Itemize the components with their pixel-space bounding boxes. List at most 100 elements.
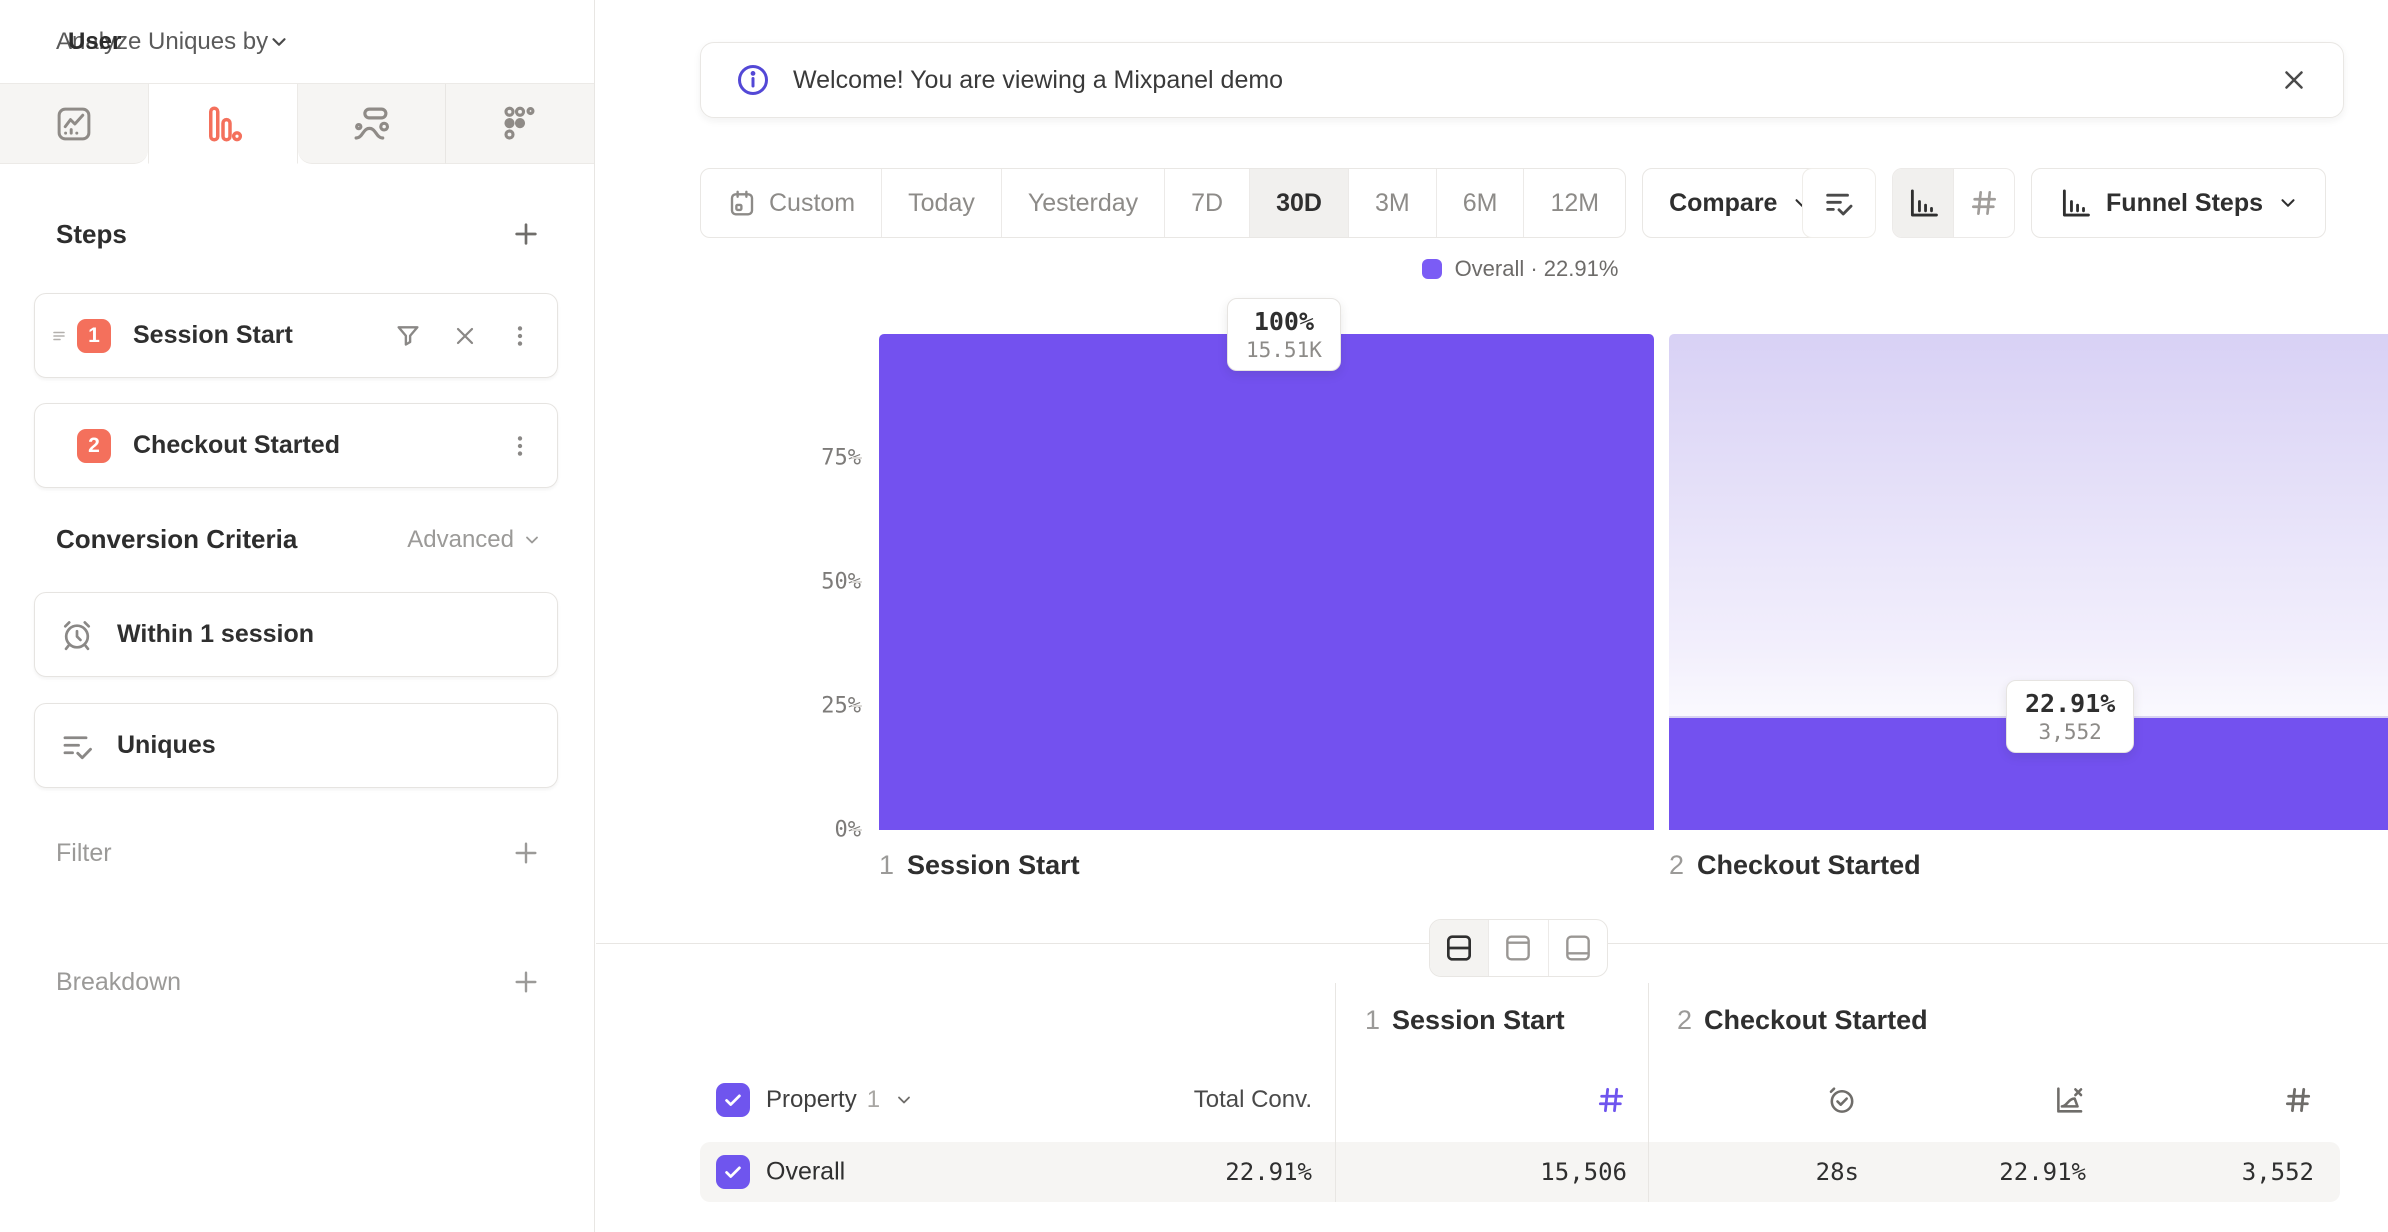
measurement-label: Funnel Steps: [2106, 189, 2263, 218]
list-check-icon: [59, 728, 95, 764]
count-icon[interactable]: [2282, 1084, 2314, 1116]
property-index: 1: [867, 1086, 880, 1114]
x-axis-step-label-1: 1 Session Start: [879, 850, 1080, 881]
range-7d[interactable]: 7D: [1164, 169, 1249, 237]
tooltip-count: 15.51K: [1246, 338, 1322, 362]
funnel-step-column-2[interactable]: [1669, 334, 2388, 830]
range-12m[interactable]: 12M: [1523, 169, 1625, 237]
range-3m[interactable]: 3M: [1348, 169, 1436, 237]
kebab-menu-icon[interactable]: [507, 433, 533, 459]
conversion-window-card[interactable]: Within 1 session: [34, 592, 558, 677]
counting-method-label: Uniques: [117, 731, 216, 760]
step-card-1[interactable]: 1 Session Start: [34, 293, 558, 378]
select-all-checkbox[interactable]: [716, 1083, 750, 1117]
filter-icon[interactable]: [393, 321, 423, 351]
list-check-icon: [1822, 186, 1856, 220]
breakdown-table: 1 Session Start 2 Checkout Started Prope…: [700, 975, 2340, 1215]
range-label: Yesterday: [1028, 189, 1138, 218]
insights-icon: [53, 103, 95, 145]
range-30d[interactable]: 30D: [1249, 169, 1348, 237]
range-label: 12M: [1550, 189, 1599, 218]
range-custom[interactable]: Custom: [701, 169, 881, 237]
uniques-toggle-button[interactable]: [1802, 168, 1876, 238]
count-icon[interactable]: [1595, 1084, 1627, 1116]
chart-view-toggle[interactable]: [1893, 169, 1953, 237]
step-event-name[interactable]: Checkout Started: [133, 431, 340, 460]
banner-message: Welcome! You are viewing a Mixpanel demo: [793, 66, 1283, 95]
tooltip-percent: 22.91%: [2025, 689, 2115, 718]
close-icon[interactable]: [2279, 65, 2309, 95]
add-step-button[interactable]: [510, 218, 542, 250]
step-card-2[interactable]: 2 Checkout Started: [34, 403, 558, 488]
total-conv-column-header[interactable]: Total Conv.: [1194, 1086, 1312, 1114]
steps-section-header: Steps: [56, 218, 542, 250]
tooltip-count: 3,552: [2025, 720, 2115, 744]
chevron-down-icon: [2277, 192, 2299, 214]
chart-controls: Funnel Steps: [1802, 168, 2326, 238]
report-main: Welcome! You are viewing a Mixpanel demo…: [596, 0, 2388, 1232]
drag-handle-icon[interactable]: [51, 328, 67, 344]
layout-bottom-icon: [1562, 932, 1594, 964]
step-index: 1: [879, 850, 894, 881]
chevron-down-icon: [522, 530, 542, 550]
funnel-step-column-1[interactable]: [879, 334, 1654, 830]
time-to-convert-icon[interactable]: [1825, 1083, 1859, 1117]
tab-insights[interactable]: [0, 84, 148, 164]
step-index: 2: [1669, 850, 1684, 881]
filter-title: Filter: [56, 839, 112, 868]
compare-label: Compare: [1669, 189, 1777, 218]
kebab-menu-icon[interactable]: [507, 323, 533, 349]
advanced-dropdown[interactable]: Advanced: [407, 526, 542, 554]
row-step2-rate: 22.91%: [1999, 1158, 2086, 1186]
range-label: 3M: [1375, 189, 1410, 218]
step-number-badge: 2: [77, 429, 111, 463]
tooltip-percent: 100%: [1246, 307, 1322, 336]
counting-method-card[interactable]: Uniques: [34, 703, 558, 788]
range-label: Custom: [769, 189, 855, 218]
analyze-by-dropdown[interactable]: User: [68, 28, 121, 56]
range-6m[interactable]: 6M: [1436, 169, 1524, 237]
table-group-header-step-2: 2 Checkout Started: [1677, 1005, 1928, 1036]
row-step1-count: 15,506: [1540, 1158, 1627, 1186]
mixpanel-funnel-report: Analyze Uniques by User Steps 1: [0, 0, 2388, 1232]
flows-icon: [350, 103, 392, 145]
y-axis-tickmark: [852, 705, 862, 707]
add-filter-button[interactable]: [510, 837, 542, 869]
row-checkbox[interactable]: [716, 1155, 750, 1189]
filter-section-header: Filter: [56, 837, 542, 869]
chart-legend[interactable]: Overall · 22.91%: [700, 256, 2340, 282]
add-breakdown-button[interactable]: [510, 966, 542, 998]
date-range-toolbar: Custom Today Yesterday 7D 30D 3M 6M 12M …: [700, 168, 1840, 238]
funnel-chart: 75% 50% 25% 0% 100% 15.51K: [879, 334, 2388, 830]
conversion-rate-icon[interactable]: [2052, 1083, 2086, 1117]
layout-split-button[interactable]: [1430, 920, 1488, 976]
tab-retention[interactable]: [445, 84, 594, 164]
table-header-row: Property 1 Total Conv.: [700, 1075, 2340, 1125]
bar-chart-icon: [1906, 186, 1940, 220]
layout-chart-only-button[interactable]: [1488, 920, 1547, 976]
range-yesterday[interactable]: Yesterday: [1001, 169, 1164, 237]
table-row-overall[interactable]: Overall 22.91% 15,506 28s 22.91% 3,552: [700, 1142, 2340, 1202]
breakdown-title: Breakdown: [56, 968, 181, 997]
conversion-criteria-title: Conversion Criteria: [56, 524, 297, 555]
step-number-badge: 1: [77, 319, 111, 353]
remove-step-icon[interactable]: [451, 322, 479, 350]
layout-split-icon: [1443, 932, 1475, 964]
funnel-dropoff-area: [1669, 334, 2388, 718]
tab-funnels[interactable]: [148, 84, 298, 164]
range-today[interactable]: Today: [881, 169, 1001, 237]
step-name: Session Start: [907, 850, 1080, 881]
hash-icon: [1968, 187, 2000, 219]
alarm-clock-icon: [59, 617, 95, 653]
number-view-toggle[interactable]: [1953, 169, 2014, 237]
tab-flows[interactable]: [298, 84, 446, 164]
property-dropdown[interactable]: Property 1: [766, 1086, 914, 1114]
layout-table-only-button[interactable]: [1548, 920, 1607, 976]
step-event-name[interactable]: Session Start: [133, 321, 293, 350]
query-sidebar: Analyze Uniques by User Steps 1: [0, 0, 595, 1232]
measurement-dropdown[interactable]: Funnel Steps: [2031, 168, 2326, 238]
chevron-down-icon: [894, 1090, 914, 1110]
funnel-bar-step-1[interactable]: [879, 334, 1654, 830]
range-label: 7D: [1191, 189, 1223, 218]
demo-banner: Welcome! You are viewing a Mixpanel demo: [700, 42, 2344, 118]
